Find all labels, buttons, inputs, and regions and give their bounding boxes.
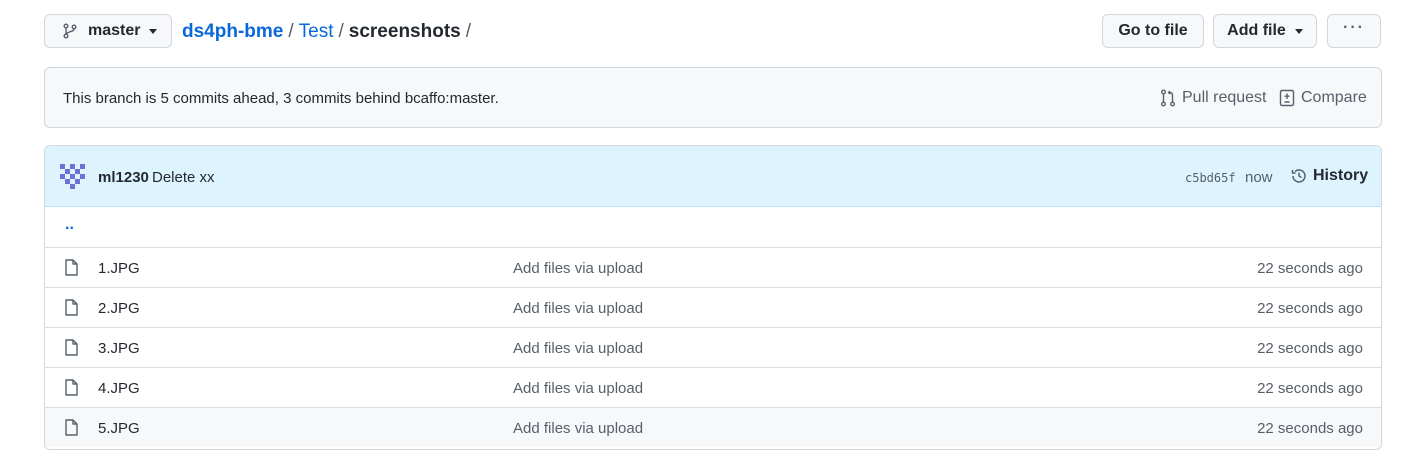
kebab-horizontal-icon: ··· (1343, 19, 1365, 36)
file-name-link[interactable]: 5.JPG (98, 420, 140, 437)
file-name-link[interactable]: 1.JPG (98, 260, 140, 277)
table-row: 3.JPG Add files via upload 22 seconds ag… (45, 327, 1381, 367)
breadcrumb-separator: / (465, 21, 472, 42)
file-name-link[interactable]: 3.JPG (98, 340, 140, 357)
avatar[interactable] (60, 164, 85, 189)
branch-selector-button[interactable]: master (44, 14, 172, 48)
compare-link[interactable]: Compare (1279, 89, 1367, 107)
history-icon (1291, 169, 1306, 183)
commit-sha-link[interactable]: c5bd65f (1185, 171, 1236, 185)
branch-status-text: This branch is 5 commits ahead, 3 commit… (63, 90, 499, 107)
file-diff-icon (1279, 89, 1295, 107)
breadcrumb-separator: / (338, 21, 344, 42)
file-commit-message-link[interactable]: Add files via upload (513, 260, 643, 277)
file-commit-time: 22 seconds ago (1257, 260, 1363, 277)
chevron-down-icon (149, 28, 158, 34)
commit-author-link[interactable]: ml1230 (98, 169, 149, 186)
pull-request-link[interactable]: Pull request (1160, 89, 1267, 107)
commit-message-link[interactable]: Delete xx (152, 169, 215, 186)
file-name-link[interactable]: 4.JPG (98, 380, 140, 397)
go-to-file-button[interactable]: Go to file (1102, 14, 1204, 48)
breadcrumb-folder-link[interactable]: Test (299, 21, 334, 42)
branch-name: master (88, 22, 141, 39)
breadcrumb-separator: / (288, 21, 294, 42)
file-commit-time: 22 seconds ago (1257, 380, 1363, 397)
add-file-button[interactable]: Add file (1213, 14, 1317, 48)
go-to-file-label: Go to file (1118, 22, 1188, 39)
commit-time: now (1245, 169, 1273, 186)
file-icon (65, 339, 78, 356)
file-icon (65, 379, 78, 396)
table-row: 1.JPG Add files via upload 22 seconds ag… (45, 247, 1381, 287)
history-link[interactable]: History (1290, 167, 1368, 185)
branch-info-banner: This branch is 5 commits ahead, 3 commit… (44, 67, 1382, 128)
history-label: History (1313, 167, 1369, 184)
table-row: 4.JPG Add files via upload 22 seconds ag… (45, 367, 1381, 407)
parent-directory-row[interactable]: .. (45, 207, 1381, 247)
compare-label: Compare (1301, 89, 1367, 106)
git-branch-icon (63, 23, 77, 39)
breadcrumb-repo-link[interactable]: ds4ph-bme (182, 21, 283, 42)
file-commit-message-link[interactable]: Add files via upload (513, 340, 643, 357)
breadcrumb: ds4ph-bme / Test / screenshots / (182, 21, 476, 43)
table-row: 5.JPG Add files via upload 22 seconds ag… (45, 407, 1381, 447)
file-icon (65, 419, 78, 436)
parent-directory-link[interactable]: .. (65, 216, 74, 234)
chevron-down-icon (1294, 28, 1303, 34)
file-name-link[interactable]: 2.JPG (98, 300, 140, 317)
file-icon (65, 299, 78, 316)
breadcrumb-current: screenshots (348, 21, 461, 42)
file-commit-time: 22 seconds ago (1257, 420, 1363, 437)
more-options-button[interactable]: ··· (1327, 14, 1381, 48)
file-commit-message-link[interactable]: Add files via upload (513, 380, 643, 397)
add-file-label: Add file (1227, 22, 1286, 39)
git-pull-request-icon (1161, 89, 1175, 107)
pull-request-label: Pull request (1182, 89, 1267, 106)
file-commit-message-link[interactable]: Add files via upload (513, 420, 643, 437)
file-commit-time: 22 seconds ago (1257, 300, 1363, 317)
table-row: 2.JPG Add files via upload 22 seconds ag… (45, 287, 1381, 327)
latest-commit-bar: ml1230 Delete xx c5bd65f now History (45, 146, 1381, 207)
file-commit-message-link[interactable]: Add files via upload (513, 300, 643, 317)
file-commit-time: 22 seconds ago (1257, 340, 1363, 357)
file-icon (65, 259, 78, 276)
file-browser: ml1230 Delete xx c5bd65f now History .. … (44, 145, 1382, 450)
